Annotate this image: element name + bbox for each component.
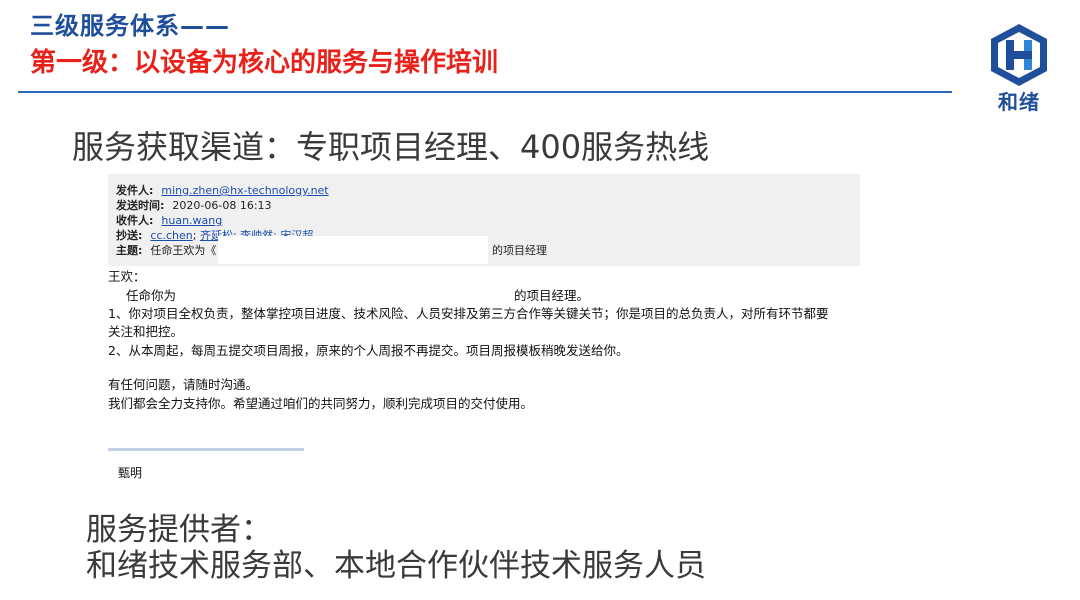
signature-divider [108,448,304,451]
email-header: 发件人: ming.zhen@hx-technology.net 发送时间: 202… [108,174,860,266]
to-label: 收件人: [116,214,154,227]
cc-label: 抄送: [116,229,143,242]
provider-value: 和绪技术服务部、本地合作伙伴技术服务人员 [86,548,706,584]
email-subject-row: 主题: 任命王欢为《 [116,242,216,258]
cc-address-link[interactable]: cc.chen [150,229,192,242]
subject-label: 主题: [116,244,143,257]
subject-end: 的项目经理 [492,244,547,257]
email-appoint-start: 任命你为 [126,288,177,303]
email-closing-2: 我们都会全力支持你。希望通过咱们的共同努力，顺利完成项目的交付使用。 [108,396,534,411]
subject-start: 任命王欢为《 [150,244,217,257]
sent-time: 2020-06-08 16:13 [172,199,272,212]
email-appoint-end: 的项目经理。 [514,288,590,303]
email-signature: 甄明 [118,466,143,480]
email-to-row: 收件人: huan.wang [116,212,222,228]
email-point-1b: 关注和把控。 [108,324,184,339]
redaction-box [218,236,488,264]
section-title: 三级服务体系—— [30,12,230,40]
to-address-link[interactable]: huan.wang [161,214,222,227]
email-greeting: 王欢： [108,269,146,284]
email-sent-row: 发送时间: 2020-06-08 16:13 [116,197,272,213]
email-point-2: 2、从本周起，每周五提交项目周报，原来的个人周报不再提交。项目周报模板稍晚发送给… [108,343,629,358]
email-from-row: 发件人: ming.zhen@hx-technology.net [116,182,329,198]
service-channel-heading: 服务获取渠道：专职项目经理、400服务热线 [72,128,710,166]
logo-text: 和绪 [998,90,1040,114]
from-label: 发件人: [116,184,154,197]
email-closing-1: 有任何问题，请随时沟通。 [108,377,259,392]
sent-label: 发送时间: [116,199,165,212]
section-subtitle: 第一级：以设备为核心的服务与操作培训 [30,48,499,78]
from-address-link[interactable]: ming.zhen@hx-technology.net [161,184,328,197]
header-divider [18,91,952,93]
hexagon-h-logo-icon [991,24,1047,86]
email-point-1a: 1、你对项目全权负责，整体掌控项目进度、技术风险、人员安排及第三方合作等关键关节… [108,306,829,321]
company-logo: 和绪 [984,22,1054,122]
